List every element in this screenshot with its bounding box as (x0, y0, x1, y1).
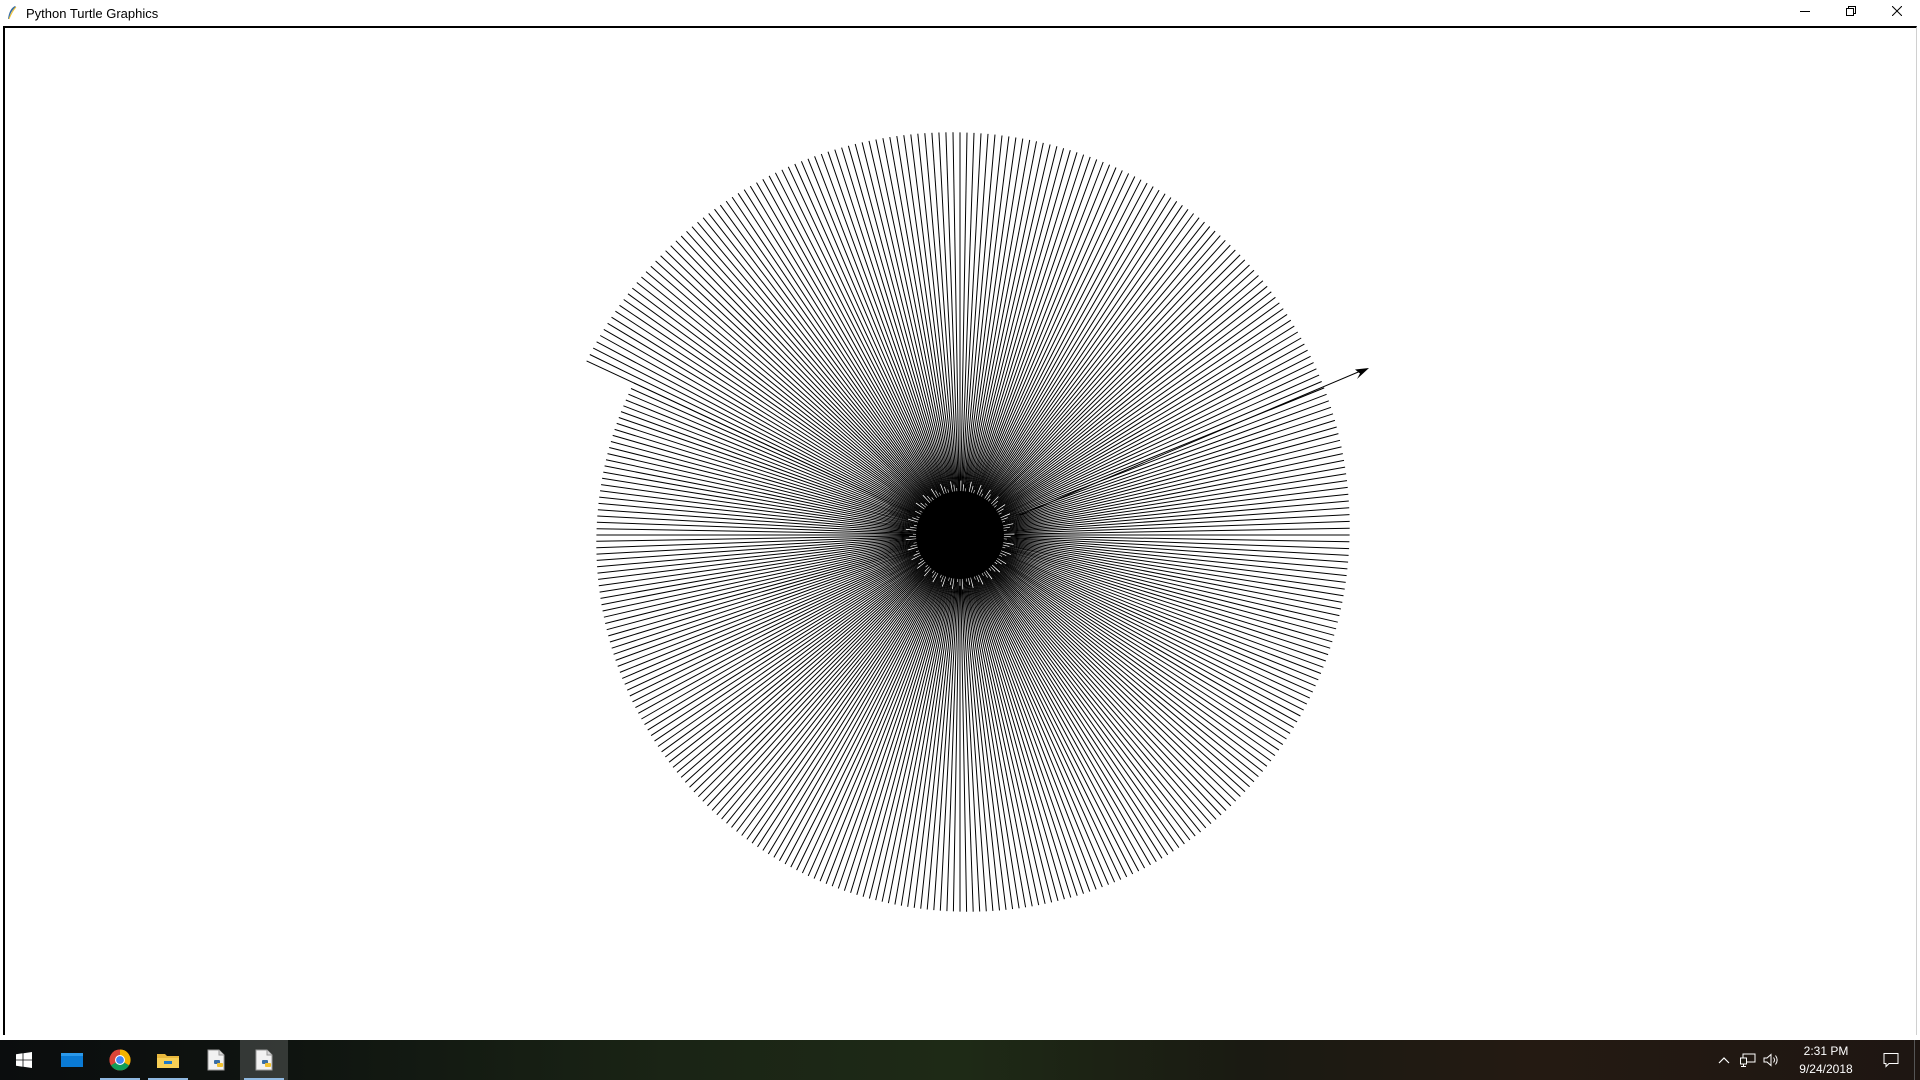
clock-date: 9/24/2018 (1799, 1062, 1853, 1076)
spiral-segment (969, 565, 1078, 896)
turtle-canvas[interactable] (3, 26, 1917, 1035)
spiral-segment (623, 299, 937, 519)
spiral-segment (973, 226, 1211, 519)
turtle-drawing (586, 132, 1369, 912)
spiral-segment (983, 308, 1284, 519)
spiral-segment (979, 544, 1308, 705)
spiral-segment (632, 559, 912, 703)
python-file-icon (207, 1049, 225, 1071)
spiral-segment (969, 558, 1109, 885)
window-title: Python Turtle Graphics (26, 5, 159, 21)
spiral-segment (988, 549, 1301, 717)
taskbar-python-idle[interactable] (192, 1040, 240, 1080)
spiral-segment (969, 150, 1071, 501)
spiral-segment (977, 433, 1339, 531)
spiral-segment (987, 544, 1324, 668)
spiral-segment (790, 550, 953, 868)
arrow-cursor-icon (1355, 368, 1369, 379)
spiral-segment (960, 132, 975, 496)
spiral-segment (800, 161, 944, 496)
spiral-core (916, 491, 1004, 579)
network-icon (1740, 1053, 1756, 1067)
spiral-segment (773, 581, 934, 858)
spiral-segment (990, 570, 1212, 825)
spiral-segment (965, 570, 1027, 908)
python-feather-icon (5, 5, 19, 21)
spiral-segment (731, 196, 937, 500)
close-button[interactable] (1874, 0, 1920, 22)
spiral-segment (619, 304, 925, 512)
spiral-segment (597, 537, 932, 574)
spiral-segment (660, 255, 937, 514)
windows-logo-icon (16, 1052, 32, 1068)
spiral-segment (981, 325, 1295, 523)
spiral-segment (624, 555, 914, 685)
desktop-screen: Python Turtle Graphics 2:31 PM 9/24/2018 (0, 0, 1920, 1080)
spiral-segment (972, 587, 1053, 903)
spiral-segment (714, 208, 933, 498)
spiral-segment (670, 245, 930, 505)
volume-button[interactable] (1760, 1040, 1784, 1080)
chrome-icon (109, 1049, 131, 1071)
window-title-bar[interactable]: Python Turtle Graphics (0, 0, 1920, 26)
spiral-segment (743, 189, 932, 490)
spiral-segment (952, 132, 960, 492)
spiral-segment (980, 540, 1335, 636)
taskbar-chrome[interactable] (96, 1040, 144, 1080)
spiral-drawing (586, 132, 1364, 912)
close-icon (1892, 6, 1902, 16)
spiral-segment (887, 584, 951, 904)
spiral-segment (994, 406, 1332, 524)
restore-icon (1846, 6, 1856, 16)
spiral-segment (746, 552, 949, 840)
window-controls (1782, 0, 1920, 22)
spiral-segment (969, 584, 1033, 907)
spiral-segment (983, 544, 1316, 687)
show-desktop-button[interactable] (1914, 1040, 1920, 1080)
python-file-icon (255, 1049, 273, 1071)
spiral-segment (861, 142, 953, 504)
spiral-segment (691, 226, 944, 517)
spiral-segment (597, 539, 906, 568)
chevron-up-icon (1718, 1057, 1730, 1064)
system-tray: 2:31 PM 9/24/2018 (1712, 1040, 1920, 1080)
mail-icon (61, 1053, 83, 1067)
show-hidden-icons-button[interactable] (1712, 1040, 1736, 1080)
spiral-segment (834, 149, 945, 487)
start-button[interactable] (0, 1040, 48, 1080)
spiral-segment (749, 185, 940, 502)
volume-icon (1763, 1053, 1778, 1067)
minimize-button[interactable] (1782, 0, 1828, 22)
taskbar-file-explorer[interactable] (144, 1040, 192, 1080)
action-center-icon (1883, 1053, 1899, 1068)
network-button[interactable] (1736, 1040, 1760, 1080)
spiral-segment (606, 544, 922, 631)
spiral-segment (627, 293, 917, 504)
taskbar-clock[interactable]: 2:31 PM 9/24/2018 (1784, 1040, 1868, 1080)
action-center-button[interactable] (1868, 1040, 1914, 1080)
restore-button[interactable] (1828, 0, 1874, 22)
spiral-segment (1003, 331, 1299, 510)
minimize-icon (1800, 11, 1810, 12)
spiral-segment (1002, 540, 1345, 590)
spiral-segment (989, 244, 1231, 504)
taskbar-python-turtle[interactable] (240, 1040, 288, 1080)
folder-icon (157, 1054, 179, 1068)
taskbar: 2:31 PM 9/24/2018 (0, 1040, 1920, 1080)
taskbar-mail[interactable] (48, 1040, 96, 1080)
clock-time: 2:31 PM (1803, 1044, 1849, 1058)
spiral-segment (612, 434, 933, 528)
